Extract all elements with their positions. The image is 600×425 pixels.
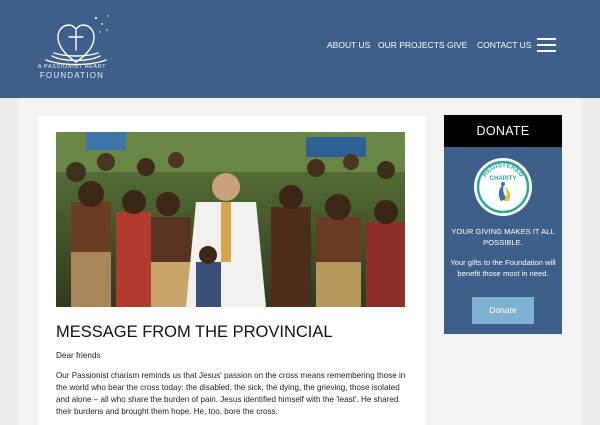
donate-subtext: Your gifts to the Foundation will benefi… [450,258,556,278]
logo-text-top: A PASSIONIST HEART [37,64,107,70]
article-photo [56,132,405,307]
menu-line [537,50,556,52]
menu-line [537,44,556,46]
article-body: Our Passionist charism reminds us that J… [56,371,406,417]
registered-charity-badge-icon[interactable]: REGISTERED CHARITY [473,157,533,217]
logo-text-bottom: FOUNDATION [39,71,105,80]
donate-heading: DONATE [444,115,562,147]
nav-give[interactable]: GIVE [447,40,467,50]
nav-contact-us[interactable]: CONTACT US [477,40,531,50]
nav-our-projects[interactable]: OUR PROJECTS [378,40,445,50]
nav-about-us[interactable]: ABOUT US [327,40,370,50]
badge-text-charity: CHARITY [490,176,517,182]
donate-button[interactable]: Donate [472,297,534,324]
article-greeting: Dear friends [56,351,101,360]
menu-line [537,38,556,40]
hamburger-menu-icon[interactable] [537,38,556,52]
donate-tagline: YOUR GIVING MAKES IT ALL POSSIBLE. [451,227,555,247]
article-title: MESSAGE FROM THE PROVINCIAL [56,323,333,341]
